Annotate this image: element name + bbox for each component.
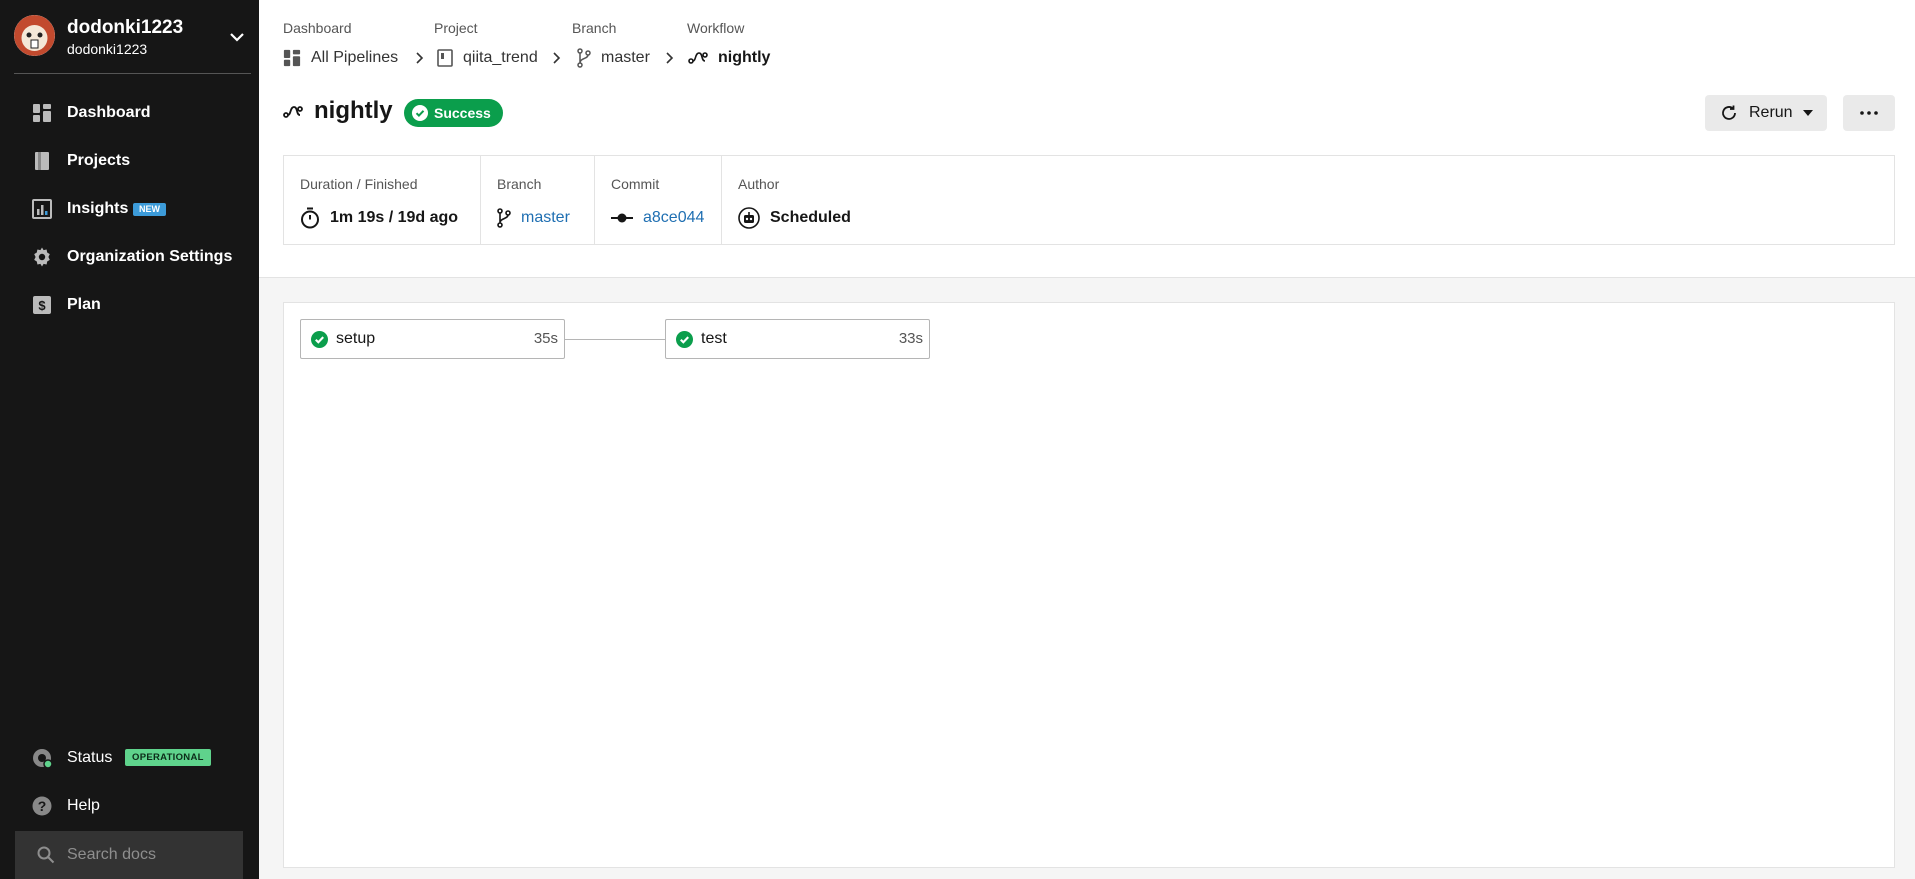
info-commit: Commit a8ce044	[594, 156, 721, 244]
org-switcher[interactable]: dodonki1223 dodonki1223	[14, 13, 251, 74]
chevron-right-icon	[666, 52, 674, 64]
status-badge: Success	[404, 99, 503, 127]
check-circle-icon	[311, 331, 328, 348]
breadcrumb-project[interactable]: qiita_trend	[437, 47, 538, 69]
sidebar: dodonki1223 dodonki1223 Dashboard Projec…	[0, 0, 259, 879]
dashboard-icon	[33, 104, 51, 122]
dollar-icon: $	[33, 296, 51, 314]
search-input[interactable]	[67, 843, 237, 867]
avatar	[14, 15, 55, 56]
sidebar-item-label: Projects	[67, 152, 131, 169]
workflow-icon	[283, 106, 303, 118]
status-text: Success	[434, 105, 491, 121]
workflow-icon	[688, 52, 708, 64]
job-name: test	[701, 330, 727, 347]
breadcrumb-text: qiita_trend	[463, 49, 538, 66]
info-author: Author Scheduled	[721, 156, 921, 244]
info-label: Branch	[497, 176, 542, 192]
job-duration: 35s	[533, 330, 558, 347]
info-label: Commit	[611, 176, 660, 192]
search-icon	[37, 846, 55, 864]
commit-link[interactable]: a8ce044	[643, 209, 704, 227]
new-badge: NEW	[133, 203, 166, 216]
page-title: nightly	[314, 97, 393, 124]
breadcrumb-label-project: Project	[434, 20, 478, 36]
breadcrumb-label-branch: Branch	[572, 20, 617, 36]
chevron-right-icon	[553, 52, 561, 64]
sidebar-item-help[interactable]: ? Help	[0, 786, 259, 826]
breadcrumb-all-pipelines[interactable]: All Pipelines	[283, 47, 398, 69]
job-test[interactable]: test 33s	[665, 319, 930, 359]
info-branch: Branch master	[480, 156, 594, 244]
org-username: dodonki1223	[67, 41, 148, 57]
rerun-button[interactable]: Rerun	[1705, 95, 1827, 131]
info-value: 1m 19s / 19d ago	[330, 209, 459, 226]
commit-icon	[611, 213, 633, 223]
operational-badge: OPERATIONAL	[125, 749, 211, 766]
more-actions-button[interactable]	[1843, 95, 1895, 131]
check-circle-icon	[412, 105, 428, 121]
breadcrumb-text: master	[601, 49, 650, 66]
sidebar-item-status[interactable]: Status OPERATIONAL	[0, 738, 259, 778]
sidebar-item-label: Insights	[67, 200, 129, 217]
job-connector	[565, 339, 665, 340]
info-value: Scheduled	[770, 209, 851, 226]
breadcrumb-workflow[interactable]: nightly	[688, 47, 770, 69]
help-icon: ?	[32, 796, 52, 816]
sidebar-item-projects[interactable]: Projects	[0, 141, 259, 181]
robot-icon	[738, 207, 760, 229]
sidebar-item-plan[interactable]: $ Plan	[0, 285, 259, 325]
sidebar-item-dashboard[interactable]: Dashboard	[0, 93, 259, 133]
dashboard-icon	[283, 49, 301, 67]
branch-link[interactable]: master	[521, 209, 570, 227]
breadcrumb-text: nightly	[718, 49, 771, 66]
caret-down-icon	[1803, 110, 1813, 116]
breadcrumb-label-dashboard: Dashboard	[283, 20, 352, 36]
refresh-icon	[1722, 105, 1736, 120]
more-icon	[1860, 111, 1878, 115]
svg-text:?: ?	[38, 798, 47, 814]
breadcrumb-branch[interactable]: master	[577, 47, 650, 69]
sidebar-item-label: Plan	[67, 296, 101, 313]
chevron-right-icon	[416, 52, 424, 64]
projects-icon	[35, 152, 49, 170]
insights-icon	[32, 199, 52, 219]
breadcrumb-label-workflow: Workflow	[687, 20, 745, 36]
branch-icon	[497, 208, 511, 228]
sidebar-item-label: Help	[67, 797, 100, 814]
project-icon	[437, 49, 453, 67]
workflow-header: Dashboard Project Branch Workflow All Pi…	[259, 0, 1915, 278]
svg-text:$: $	[38, 298, 46, 313]
search-docs	[15, 831, 243, 879]
sidebar-item-organization-settings[interactable]: Organization Settings	[0, 237, 259, 277]
rerun-label: Rerun	[1749, 104, 1793, 121]
job-name: setup	[336, 330, 376, 347]
job-setup[interactable]: setup 35s	[300, 319, 565, 359]
sidebar-item-label: Organization Settings	[67, 248, 233, 265]
info-label: Duration / Finished	[300, 176, 418, 192]
check-circle-icon	[676, 331, 693, 348]
breadcrumb-text: All Pipelines	[311, 49, 399, 66]
branch-icon	[577, 48, 591, 68]
sidebar-item-label: Status	[67, 749, 113, 766]
sidebar-item-insights[interactable]: Insights NEW	[0, 189, 259, 229]
job-duration: 33s	[898, 330, 923, 347]
timer-icon	[301, 207, 319, 229]
sidebar-item-label: Dashboard	[67, 104, 151, 121]
gear-icon	[34, 247, 50, 267]
workflow-info-card: Duration / Finished 1m 19s / 19d ago Bra…	[283, 155, 1895, 245]
info-duration: Duration / Finished 1m 19s / 19d ago	[284, 156, 480, 244]
info-label: Author	[738, 176, 780, 192]
chevron-down-icon[interactable]	[225, 25, 249, 49]
status-icon	[33, 749, 52, 768]
org-name: dodonki1223	[67, 17, 184, 38]
workflow-graph: setup 35s test 33s	[283, 302, 1895, 868]
